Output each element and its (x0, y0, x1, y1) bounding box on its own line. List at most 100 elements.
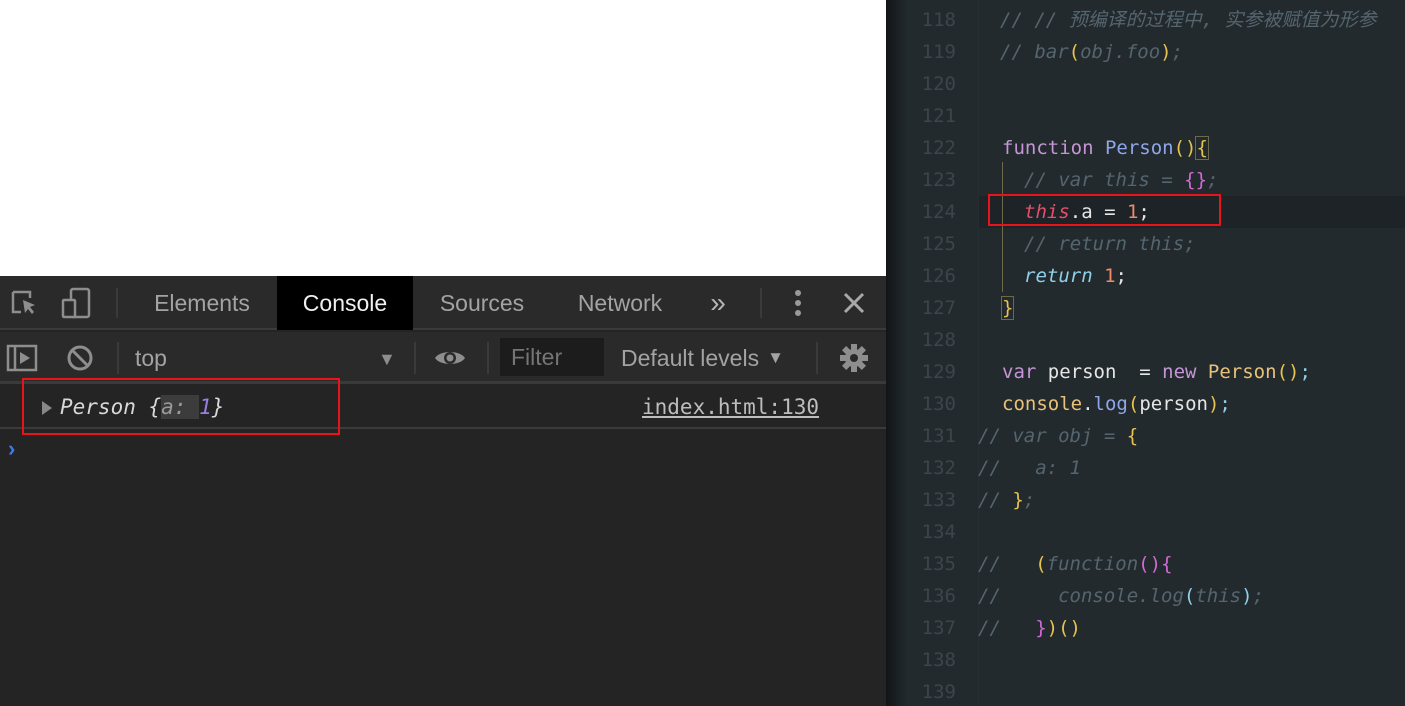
code-line: 137 // })() (886, 612, 1405, 644)
line-number: 128 (921, 329, 956, 351)
code-text: function (1046, 553, 1139, 575)
property-key: a: (161, 395, 200, 419)
code-line: 126 return 1; (886, 260, 1405, 292)
code-text: ) (1207, 393, 1220, 415)
code-text: Person (1104, 137, 1174, 159)
code-text: // (978, 489, 1013, 511)
line-number: 133 (921, 489, 956, 511)
show-sidebar-icon[interactable] (4, 332, 40, 384)
log-levels-label: Default levels (621, 344, 760, 371)
tab-elements[interactable]: Elements (138, 276, 266, 330)
code-line: 128 (886, 324, 1405, 356)
console-log-entry: Person {a: 1} index.html:130 (0, 387, 886, 429)
filter-input[interactable] (500, 338, 604, 376)
code-text: ; (1138, 201, 1150, 223)
toolbar-divider (117, 342, 119, 374)
code-text: // return this; (1024, 233, 1196, 255)
code-text: ) (1046, 617, 1059, 639)
console-prompt-icon[interactable]: › (8, 436, 15, 462)
line-number: 135 (921, 553, 956, 575)
code-text: // (978, 617, 1036, 639)
line-number: 120 (921, 73, 956, 95)
code-line: 118 // // 预编译的过程中, 实参被赋值为形参 (886, 4, 1405, 36)
code-text: () (1138, 553, 1162, 575)
code-text: this (1195, 585, 1242, 607)
line-number: 119 (921, 41, 956, 63)
line-number: 126 (921, 265, 956, 287)
device-toolbar-icon[interactable] (58, 276, 94, 330)
code-text: obj.foo (1080, 41, 1161, 63)
expand-triangle-icon[interactable] (42, 401, 52, 415)
line-number: 136 (921, 585, 956, 607)
source-location-link[interactable]: index.html:130 (642, 395, 819, 419)
code-text: ( (1127, 393, 1140, 415)
kebab-menu-icon[interactable] (784, 276, 812, 330)
indent-guide (1002, 162, 1003, 292)
code-text: ( (1068, 41, 1081, 63)
line-number: 132 (921, 457, 956, 479)
tab-network[interactable]: Network (560, 276, 680, 330)
tab-console[interactable]: Console (277, 276, 413, 330)
code-text: ; (1299, 361, 1311, 383)
code-text: log (1093, 393, 1128, 415)
code-text: ; (1207, 169, 1219, 191)
code-text: ; (1219, 393, 1231, 415)
more-tabs-button[interactable]: » (700, 276, 736, 330)
code-text: ; (1171, 41, 1184, 63)
code-line: 125 // return this; (886, 228, 1405, 260)
code-text: person = (1047, 361, 1163, 383)
toolbar-divider (414, 342, 416, 374)
code-text: ; (1252, 585, 1265, 607)
line-number: 121 (921, 105, 956, 127)
code-text: } (1035, 617, 1047, 639)
line-number: 138 (921, 649, 956, 671)
code-line: 134 (886, 516, 1405, 548)
code-text: } (1000, 296, 1015, 320)
code-line: 127} (886, 292, 1405, 324)
code-text: this (1024, 201, 1070, 223)
code-line: 133 // }; (886, 484, 1405, 516)
clear-console-icon[interactable] (62, 332, 98, 384)
code-text: ( (1035, 553, 1047, 575)
code-text: { (1161, 553, 1173, 575)
line-number: 129 (921, 361, 956, 383)
close-brace: } (211, 395, 225, 419)
context-selector[interactable]: top (135, 332, 167, 384)
code-text: // bar (1000, 41, 1069, 63)
code-text: // var obj = (978, 425, 1127, 447)
toolbar-divider (760, 288, 762, 318)
log-levels-dropdown[interactable]: Default levels ▼ (621, 332, 784, 384)
console-settings-gear-icon[interactable] (836, 332, 872, 384)
object-class-name: Person (60, 395, 136, 419)
line-number: 130 (921, 393, 956, 415)
open-brace: { (135, 395, 162, 419)
code-text: } (1012, 489, 1024, 511)
code-text: var (1002, 361, 1048, 383)
code-text: .a = (1069, 201, 1127, 223)
code-line: 132 // a: 1 (886, 452, 1405, 484)
code-line: 121 (886, 100, 1405, 132)
code-text: console (1002, 393, 1083, 415)
context-dropdown-arrow[interactable]: ▼ (378, 349, 396, 370)
code-text: () (1173, 137, 1197, 159)
code-text: // (978, 553, 1036, 575)
property-value: 1 (199, 395, 212, 419)
code-line: 129 var person = new Person(); (886, 356, 1405, 388)
code-text: 1 (1104, 265, 1116, 287)
toolbar-divider (487, 342, 489, 374)
logged-object[interactable]: Person {a: 1} (60, 395, 224, 419)
close-icon[interactable] (838, 276, 870, 330)
tab-sources[interactable]: Sources (424, 276, 540, 330)
line-number: 137 (921, 617, 956, 639)
code-line: 131 // var obj = { (886, 420, 1405, 452)
live-expression-eye-icon[interactable] (430, 332, 470, 384)
code-text: Person (1207, 361, 1277, 383)
line-number: 139 (921, 681, 956, 703)
line-number: 118 (921, 9, 956, 31)
line-number: 125 (921, 233, 956, 255)
inspect-element-icon[interactable] (6, 276, 42, 330)
code-line: 135 // (function(){ (886, 548, 1405, 580)
toolbar-divider (116, 288, 118, 318)
code-text: ; (1023, 489, 1036, 511)
console-toolbar: top ▼ Default levels ▼ (0, 332, 886, 384)
